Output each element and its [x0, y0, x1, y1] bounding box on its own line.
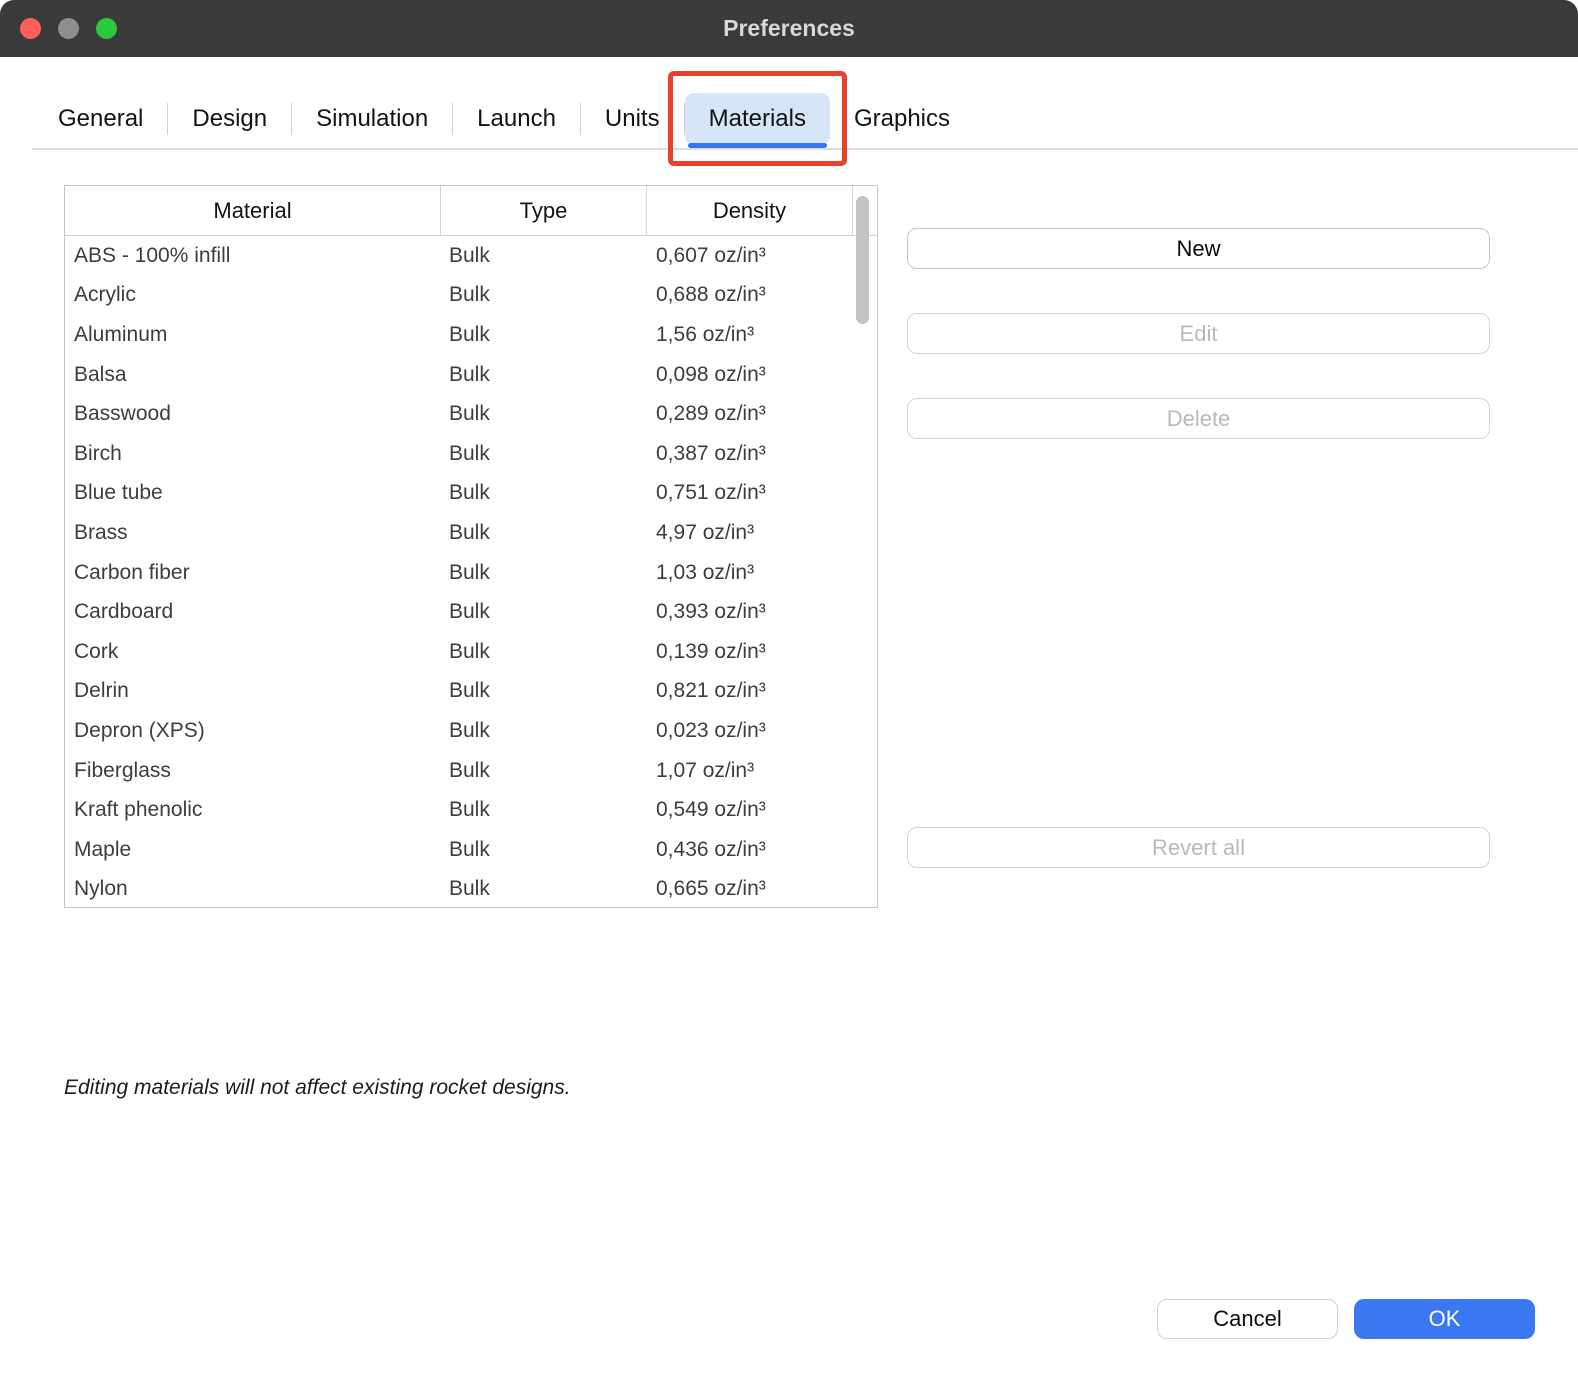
- cell-material: Maple: [65, 838, 441, 862]
- cell-type: Bulk: [441, 600, 647, 624]
- cell-density: 1,56 oz/in³: [647, 323, 877, 347]
- column-header-density[interactable]: Density: [647, 186, 853, 235]
- table-scrollbar-thumb[interactable]: [856, 196, 869, 324]
- cell-density: 0,387 oz/in³: [647, 442, 877, 466]
- minimize-button[interactable]: [58, 18, 79, 39]
- close-button[interactable]: [20, 18, 41, 39]
- table-row[interactable]: Balsa Bulk 0,098 oz/in³: [65, 355, 877, 395]
- table-row[interactable]: Carbon fiber Bulk 1,03 oz/in³: [65, 553, 877, 593]
- traffic-lights: [20, 0, 117, 57]
- cell-density: 0,751 oz/in³: [647, 481, 877, 505]
- cell-material: Basswood: [65, 402, 441, 426]
- cell-type: Bulk: [441, 679, 647, 703]
- cell-density: 0,821 oz/in³: [647, 679, 877, 703]
- column-header-material[interactable]: Material: [65, 186, 441, 235]
- table-row[interactable]: Fiberglass Bulk 1,07 oz/in³: [65, 751, 877, 791]
- table-row[interactable]: Delrin Bulk 0,821 oz/in³: [65, 672, 877, 712]
- window-title: Preferences: [723, 15, 855, 42]
- cell-density: 0,098 oz/in³: [647, 363, 877, 387]
- cell-type: Bulk: [441, 640, 647, 664]
- delete-button[interactable]: Delete: [907, 398, 1490, 439]
- table-row[interactable]: Maple Bulk 0,436 oz/in³: [65, 830, 877, 870]
- cell-density: 1,07 oz/in³: [647, 759, 877, 783]
- tab-units[interactable]: Units: [581, 93, 684, 145]
- cell-type: Bulk: [441, 561, 647, 585]
- revert-all-button[interactable]: Revert all: [907, 827, 1490, 868]
- cell-type: Bulk: [441, 283, 647, 307]
- cell-type: Bulk: [441, 877, 647, 901]
- cell-type: Bulk: [441, 481, 647, 505]
- tab-general[interactable]: General: [34, 93, 167, 145]
- titlebar: Preferences: [0, 0, 1578, 57]
- cell-density: 0,139 oz/in³: [647, 640, 877, 664]
- table-row[interactable]: Cork Bulk 0,139 oz/in³: [65, 632, 877, 672]
- table-row[interactable]: Acrylic Bulk 0,688 oz/in³: [65, 276, 877, 316]
- tab-graphics[interactable]: Graphics: [830, 93, 974, 145]
- column-header-type[interactable]: Type: [441, 186, 647, 235]
- table-body: ABS - 100% infill Bulk 0,607 oz/in³ Acry…: [65, 236, 877, 907]
- cell-material: Cardboard: [65, 600, 441, 624]
- table-row[interactable]: Birch Bulk 0,387 oz/in³: [65, 434, 877, 474]
- preferences-window: Preferences General Design Simulation La…: [0, 0, 1578, 1382]
- cell-material: Brass: [65, 521, 441, 545]
- cell-type: Bulk: [441, 323, 647, 347]
- tab-launch[interactable]: Launch: [453, 93, 580, 145]
- cell-material: Balsa: [65, 363, 441, 387]
- table-row[interactable]: Aluminum Bulk 1,56 oz/in³: [65, 315, 877, 355]
- table-row[interactable]: Blue tube Bulk 0,751 oz/in³: [65, 474, 877, 514]
- cell-material: Carbon fiber: [65, 561, 441, 585]
- new-button[interactable]: New: [907, 228, 1490, 269]
- cell-density: 0,549 oz/in³: [647, 798, 877, 822]
- cancel-button[interactable]: Cancel: [1157, 1299, 1338, 1339]
- cell-type: Bulk: [441, 521, 647, 545]
- table-row[interactable]: ABS - 100% infill Bulk 0,607 oz/in³: [65, 236, 877, 276]
- cell-type: Bulk: [441, 798, 647, 822]
- cell-density: 0,393 oz/in³: [647, 600, 877, 624]
- table-row[interactable]: Brass Bulk 4,97 oz/in³: [65, 513, 877, 553]
- tab-bar: General Design Simulation Launch Units M…: [34, 88, 974, 150]
- cell-density: 0,289 oz/in³: [647, 402, 877, 426]
- cell-density: 0,607 oz/in³: [647, 244, 877, 268]
- table-row[interactable]: Depron (XPS) Bulk 0,023 oz/in³: [65, 711, 877, 751]
- table-header: Material Type Density: [65, 186, 877, 236]
- tab-selected-underline: [688, 143, 827, 148]
- tab-simulation[interactable]: Simulation: [292, 93, 452, 145]
- cell-density: 0,688 oz/in³: [647, 283, 877, 307]
- cell-material: Blue tube: [65, 481, 441, 505]
- cell-material: Depron (XPS): [65, 719, 441, 743]
- ok-button[interactable]: OK: [1354, 1299, 1535, 1339]
- table-row[interactable]: Cardboard Bulk 0,393 oz/in³: [65, 592, 877, 632]
- cell-material: Nylon: [65, 877, 441, 901]
- cell-type: Bulk: [441, 442, 647, 466]
- cell-material: Cork: [65, 640, 441, 664]
- cell-material: Fiberglass: [65, 759, 441, 783]
- tab-materials[interactable]: Materials: [685, 93, 830, 145]
- cell-material: Kraft phenolic: [65, 798, 441, 822]
- cell-type: Bulk: [441, 719, 647, 743]
- cell-type: Bulk: [441, 363, 647, 387]
- materials-note: Editing materials will not affect existi…: [64, 1076, 571, 1100]
- cell-type: Bulk: [441, 838, 647, 862]
- cell-density: 0,436 oz/in³: [647, 838, 877, 862]
- cell-material: Delrin: [65, 679, 441, 703]
- cell-density: 0,665 oz/in³: [647, 877, 877, 901]
- materials-table: Material Type Density ABS - 100% infill …: [64, 185, 878, 908]
- cell-density: 4,97 oz/in³: [647, 521, 877, 545]
- zoom-button[interactable]: [96, 18, 117, 39]
- table-row[interactable]: Kraft phenolic Bulk 0,549 oz/in³: [65, 790, 877, 830]
- cell-density: 0,023 oz/in³: [647, 719, 877, 743]
- cell-type: Bulk: [441, 402, 647, 426]
- cell-material: Aluminum: [65, 323, 441, 347]
- cell-material: ABS - 100% infill: [65, 244, 441, 268]
- cell-density: 1,03 oz/in³: [647, 561, 877, 585]
- table-row[interactable]: Nylon Bulk 0,665 oz/in³: [65, 870, 877, 908]
- edit-button[interactable]: Edit: [907, 313, 1490, 354]
- tab-design[interactable]: Design: [168, 93, 291, 145]
- cell-material: Acrylic: [65, 283, 441, 307]
- tab-materials-label: Materials: [709, 105, 806, 133]
- cell-material: Birch: [65, 442, 441, 466]
- cell-type: Bulk: [441, 759, 647, 783]
- table-row[interactable]: Basswood Bulk 0,289 oz/in³: [65, 394, 877, 434]
- cell-type: Bulk: [441, 244, 647, 268]
